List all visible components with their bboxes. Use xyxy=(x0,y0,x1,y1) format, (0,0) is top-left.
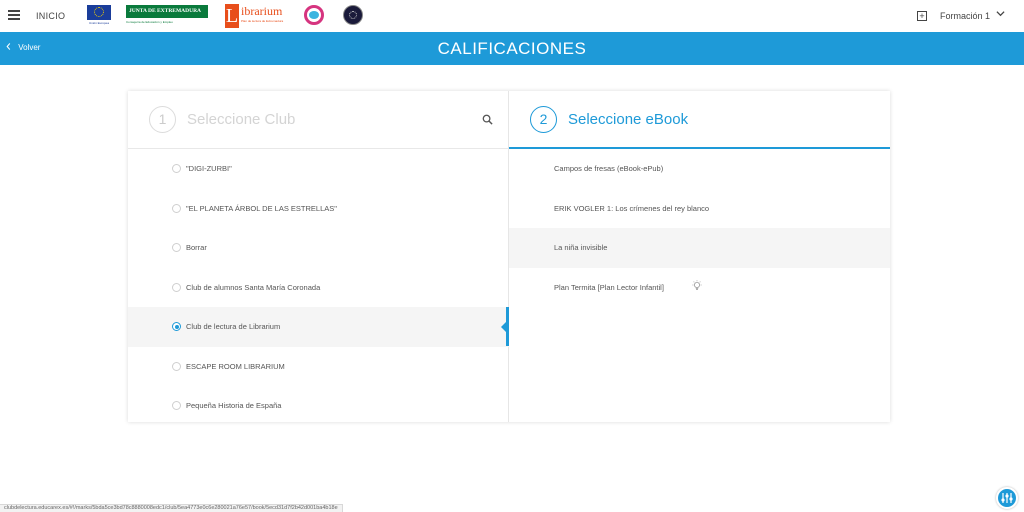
hamburger-icon[interactable] xyxy=(8,10,20,20)
junta-extremadura-logo: JUNTA DE EXTREMADURA Consejería de Educa… xyxy=(126,5,208,27)
club-panel: 1 Seleccione Club "DIGI-ZURBI" "EL PLANE… xyxy=(128,91,509,422)
club-item[interactable]: Borrar xyxy=(128,228,509,268)
radio-button[interactable] xyxy=(172,164,181,173)
ebook-step-header: 2 Seleccione eBook xyxy=(509,91,890,149)
club-label: Pequeña Historia de España xyxy=(186,401,282,410)
librarium-letter: L xyxy=(225,4,239,28)
lightbulb-icon xyxy=(692,279,702,290)
ebook-label: Campos de fresas (eBook-ePub) xyxy=(554,164,664,173)
radio-button[interactable] xyxy=(172,401,181,410)
inicio-link[interactable]: INICIO xyxy=(36,11,65,21)
top-bar: INICIO Unión Europea JUNTA DE EXTREMADUR… xyxy=(0,0,1024,32)
librarium-word: ibrarium xyxy=(241,4,283,18)
radio-button[interactable] xyxy=(172,282,181,292)
radio-button-checked[interactable] xyxy=(172,322,181,331)
user-menu[interactable]: Formación 1 xyxy=(940,11,990,21)
club-label: Borrar xyxy=(186,243,207,252)
page-title: CALIFICACIONES xyxy=(437,39,587,58)
club-item[interactable]: Pequeña Historia de España xyxy=(128,386,509,426)
radio-button[interactable] xyxy=(172,203,181,213)
ebook-label: La niña invisible xyxy=(554,243,608,252)
librarium-logo: L ibrarium Plan de lectura de Extremadur… xyxy=(225,4,287,28)
junta-subtitle: Consejería de Educación y Empleo xyxy=(126,20,173,24)
ebook-item[interactable]: ERIK VOGLER 1: Los crímenes del rey blan… xyxy=(509,189,890,229)
ebook-item[interactable]: Plan Termita [Plan Lector Infantil] xyxy=(509,268,890,308)
ebook-item-hovered[interactable]: La niña invisible xyxy=(509,228,890,268)
club-label: Club de lectura de Librarium xyxy=(186,322,281,331)
selection-card: 1 Seleccione Club "DIGI-ZURBI" "EL PLANE… xyxy=(128,91,890,422)
club-item[interactable]: "DIGI-ZURBI" xyxy=(128,149,509,189)
club-item[interactable]: "EL PLANETA ÁRBOL DE LAS ESTRELLAS" xyxy=(128,189,509,229)
junta-title: JUNTA DE EXTREMADURA xyxy=(126,5,208,18)
accessibility-icon[interactable] xyxy=(996,487,1018,509)
librarium-tagline: Plan de lectura de Extremadura xyxy=(241,19,284,23)
plus-square-icon[interactable]: + xyxy=(917,11,927,21)
eu-caption: Unión Europea xyxy=(88,21,109,25)
step-label: Seleccione Club xyxy=(187,111,296,128)
club-item-selected[interactable]: Club de lectura de Librarium xyxy=(128,307,509,347)
club-step-header: 1 Seleccione Club xyxy=(128,91,509,149)
club-label: Club de alumnos Santa María Coronada xyxy=(186,282,321,292)
radio-button[interactable] xyxy=(172,243,181,252)
club-item[interactable]: ESCAPE ROOM LIBRARIUM xyxy=(128,347,509,387)
club-label: ESCAPE ROOM LIBRARIUM xyxy=(186,361,285,371)
ebook-label: ERIK VOGLER 1: Los crímenes del rey blan… xyxy=(554,203,710,213)
search-icon[interactable] xyxy=(482,114,493,125)
club-item[interactable]: Club de alumnos Santa María Coronada xyxy=(128,268,509,308)
step-label: Seleccione eBook xyxy=(568,111,689,128)
chevron-down-icon[interactable] xyxy=(996,9,1005,20)
ebook-label: Plan Termita [Plan Lector Infantil] xyxy=(554,282,664,292)
partner-logo-pink xyxy=(304,5,324,25)
club-list: "DIGI-ZURBI" "EL PLANETA ÁRBOL DE LAS ES… xyxy=(128,149,509,426)
ebook-item[interactable]: Campos de fresas (eBook-ePub) xyxy=(509,149,890,189)
ebook-panel: 2 Seleccione eBook Campos de fresas (eBo… xyxy=(509,91,890,422)
status-bar-url: clubdelectura.educarex.es/#!/marks/5bda5… xyxy=(0,504,343,512)
selection-arrow-icon xyxy=(501,322,506,332)
ebook-list: Campos de fresas (eBook-ePub) ERIK VOGLE… xyxy=(509,149,890,307)
partner-logo-dark xyxy=(343,5,363,25)
title-bar: Volver CALIFICACIONES xyxy=(0,32,1024,65)
radio-button[interactable] xyxy=(172,361,181,371)
step-number: 1 xyxy=(149,106,176,133)
club-label: "EL PLANETA ÁRBOL DE LAS ESTRELLAS" xyxy=(186,203,337,213)
club-label: "DIGI-ZURBI" xyxy=(186,164,232,173)
eu-logo: Unión Europea xyxy=(87,5,111,27)
step-number: 2 xyxy=(530,106,557,133)
